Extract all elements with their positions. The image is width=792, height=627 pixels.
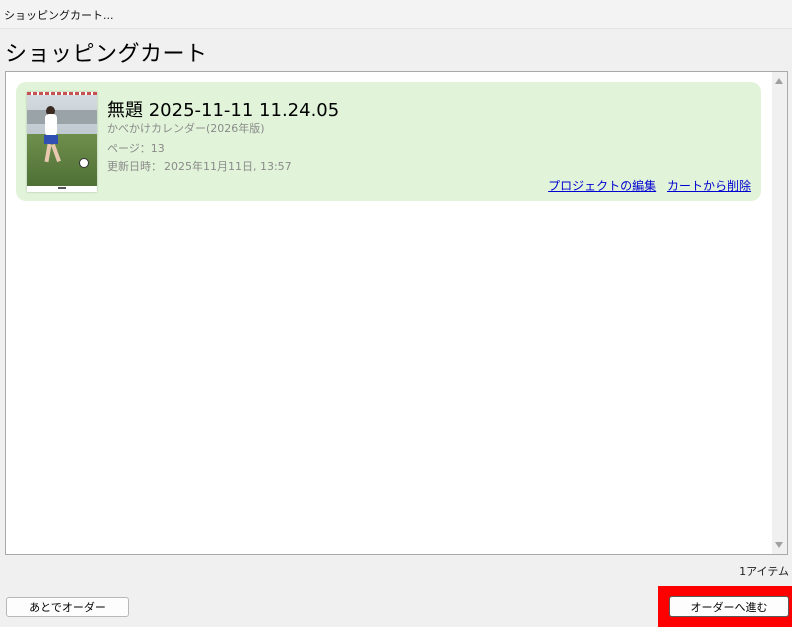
cart-item: 無題 2025-11-11 11.24.05 かべかけカレンダー(2026年版)… [16, 82, 761, 201]
item-updated-label: 更新日時： [107, 160, 162, 173]
item-pages: ページ：13 [107, 142, 165, 155]
item-updated-value: 2025年11月11日, 13:57 [164, 160, 292, 173]
cart-list: 無題 2025-11-11 11.24.05 かべかけカレンダー(2026年版)… [5, 71, 788, 555]
project-thumbnail [27, 92, 97, 192]
item-product: かべかけカレンダー(2026年版) [107, 122, 265, 135]
proceed-to-order-button[interactable]: オーダーへ進む [669, 596, 789, 617]
remove-from-cart-link[interactable]: カートから削除 [667, 179, 751, 193]
item-actions: プロジェクトの編集 カートから削除 [541, 177, 751, 194]
scroll-up-arrow-icon[interactable] [775, 78, 783, 84]
scroll-down-arrow-icon[interactable] [775, 542, 783, 548]
window-title: ショッピングカート... [4, 9, 114, 22]
item-updated: 更新日時： 2025年11月11日, 13:57 [107, 158, 292, 174]
title-bar: ショッピングカート... [0, 0, 792, 29]
order-later-button[interactable]: あとでオーダー [6, 597, 129, 617]
page-title: ショッピングカート [5, 42, 208, 67]
edit-project-link[interactable]: プロジェクトの編集 [548, 179, 656, 193]
item-count: 1アイテム [739, 565, 789, 578]
item-title: 無題 2025-11-11 11.24.05 [107, 100, 340, 121]
scrollbar[interactable] [772, 72, 787, 554]
